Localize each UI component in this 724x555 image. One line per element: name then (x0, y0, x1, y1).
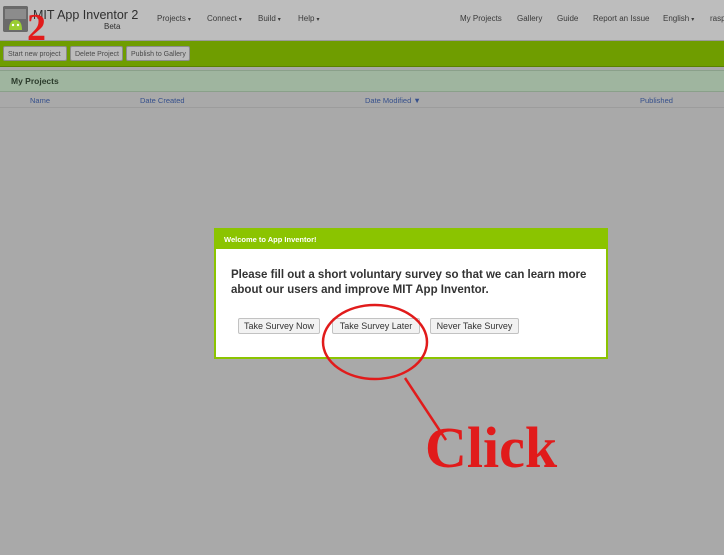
nav-gallery[interactable]: Gallery (517, 14, 542, 23)
welcome-dialog: Welcome to App Inventor! Please fill out… (214, 228, 608, 359)
project-toolbar: Start new project Delete Project Publish… (0, 41, 724, 67)
app-beta-label: Beta (104, 22, 121, 31)
chevron-down-icon: ▾ (187, 17, 191, 23)
delete-project-button[interactable]: Delete Project (70, 46, 123, 61)
menu-help[interactable]: Help ▾ (298, 14, 319, 23)
menu-build[interactable]: Build ▾ (258, 14, 281, 23)
annotation-step-number: 2 (27, 7, 46, 49)
menu-user[interactable]: rasp (710, 14, 724, 23)
app-title: MIT App Inventor 2 (33, 8, 139, 22)
column-divider (0, 107, 724, 108)
column-date-modified[interactable]: Date Modified ▼ (365, 96, 421, 105)
my-projects-bar: My Projects (0, 70, 724, 92)
chevron-down-icon: ▾ (238, 17, 242, 23)
column-date-created[interactable]: Date Created (140, 96, 185, 105)
chevron-down-icon: ▾ (277, 17, 281, 23)
app-inventor-logo-icon[interactable] (3, 6, 28, 32)
dialog-header: Welcome to App Inventor! (216, 230, 606, 249)
menu-connect[interactable]: Connect ▾ (207, 14, 242, 23)
menu-projects[interactable]: Projects ▾ (157, 14, 191, 23)
nav-report-issue[interactable]: Report an Issue (593, 14, 649, 23)
nav-guide[interactable]: Guide (557, 14, 578, 23)
take-survey-now-button[interactable]: Take Survey Now (238, 318, 320, 334)
column-name[interactable]: Name (30, 96, 50, 105)
never-take-survey-button[interactable]: Never Take Survey (430, 318, 519, 334)
annotation-click-label: Click (425, 415, 558, 480)
publish-to-gallery-button[interactable]: Publish to Gallery (126, 46, 190, 61)
menu-language[interactable]: English ▾ (663, 14, 694, 23)
top-header: MIT App Inventor 2 Beta Projects ▾ Connec… (0, 0, 724, 41)
chevron-down-icon: ▾ (691, 17, 695, 23)
take-survey-later-button[interactable]: Take Survey Later (332, 318, 420, 334)
dialog-title: Welcome to App Inventor! (224, 235, 317, 244)
chevron-down-icon: ▾ (316, 17, 320, 23)
dialog-message: Please fill out a short voluntary survey… (231, 269, 587, 296)
column-published[interactable]: Published (640, 96, 673, 105)
my-projects-title: My Projects (11, 76, 59, 86)
nav-my-projects[interactable]: My Projects (460, 14, 502, 23)
